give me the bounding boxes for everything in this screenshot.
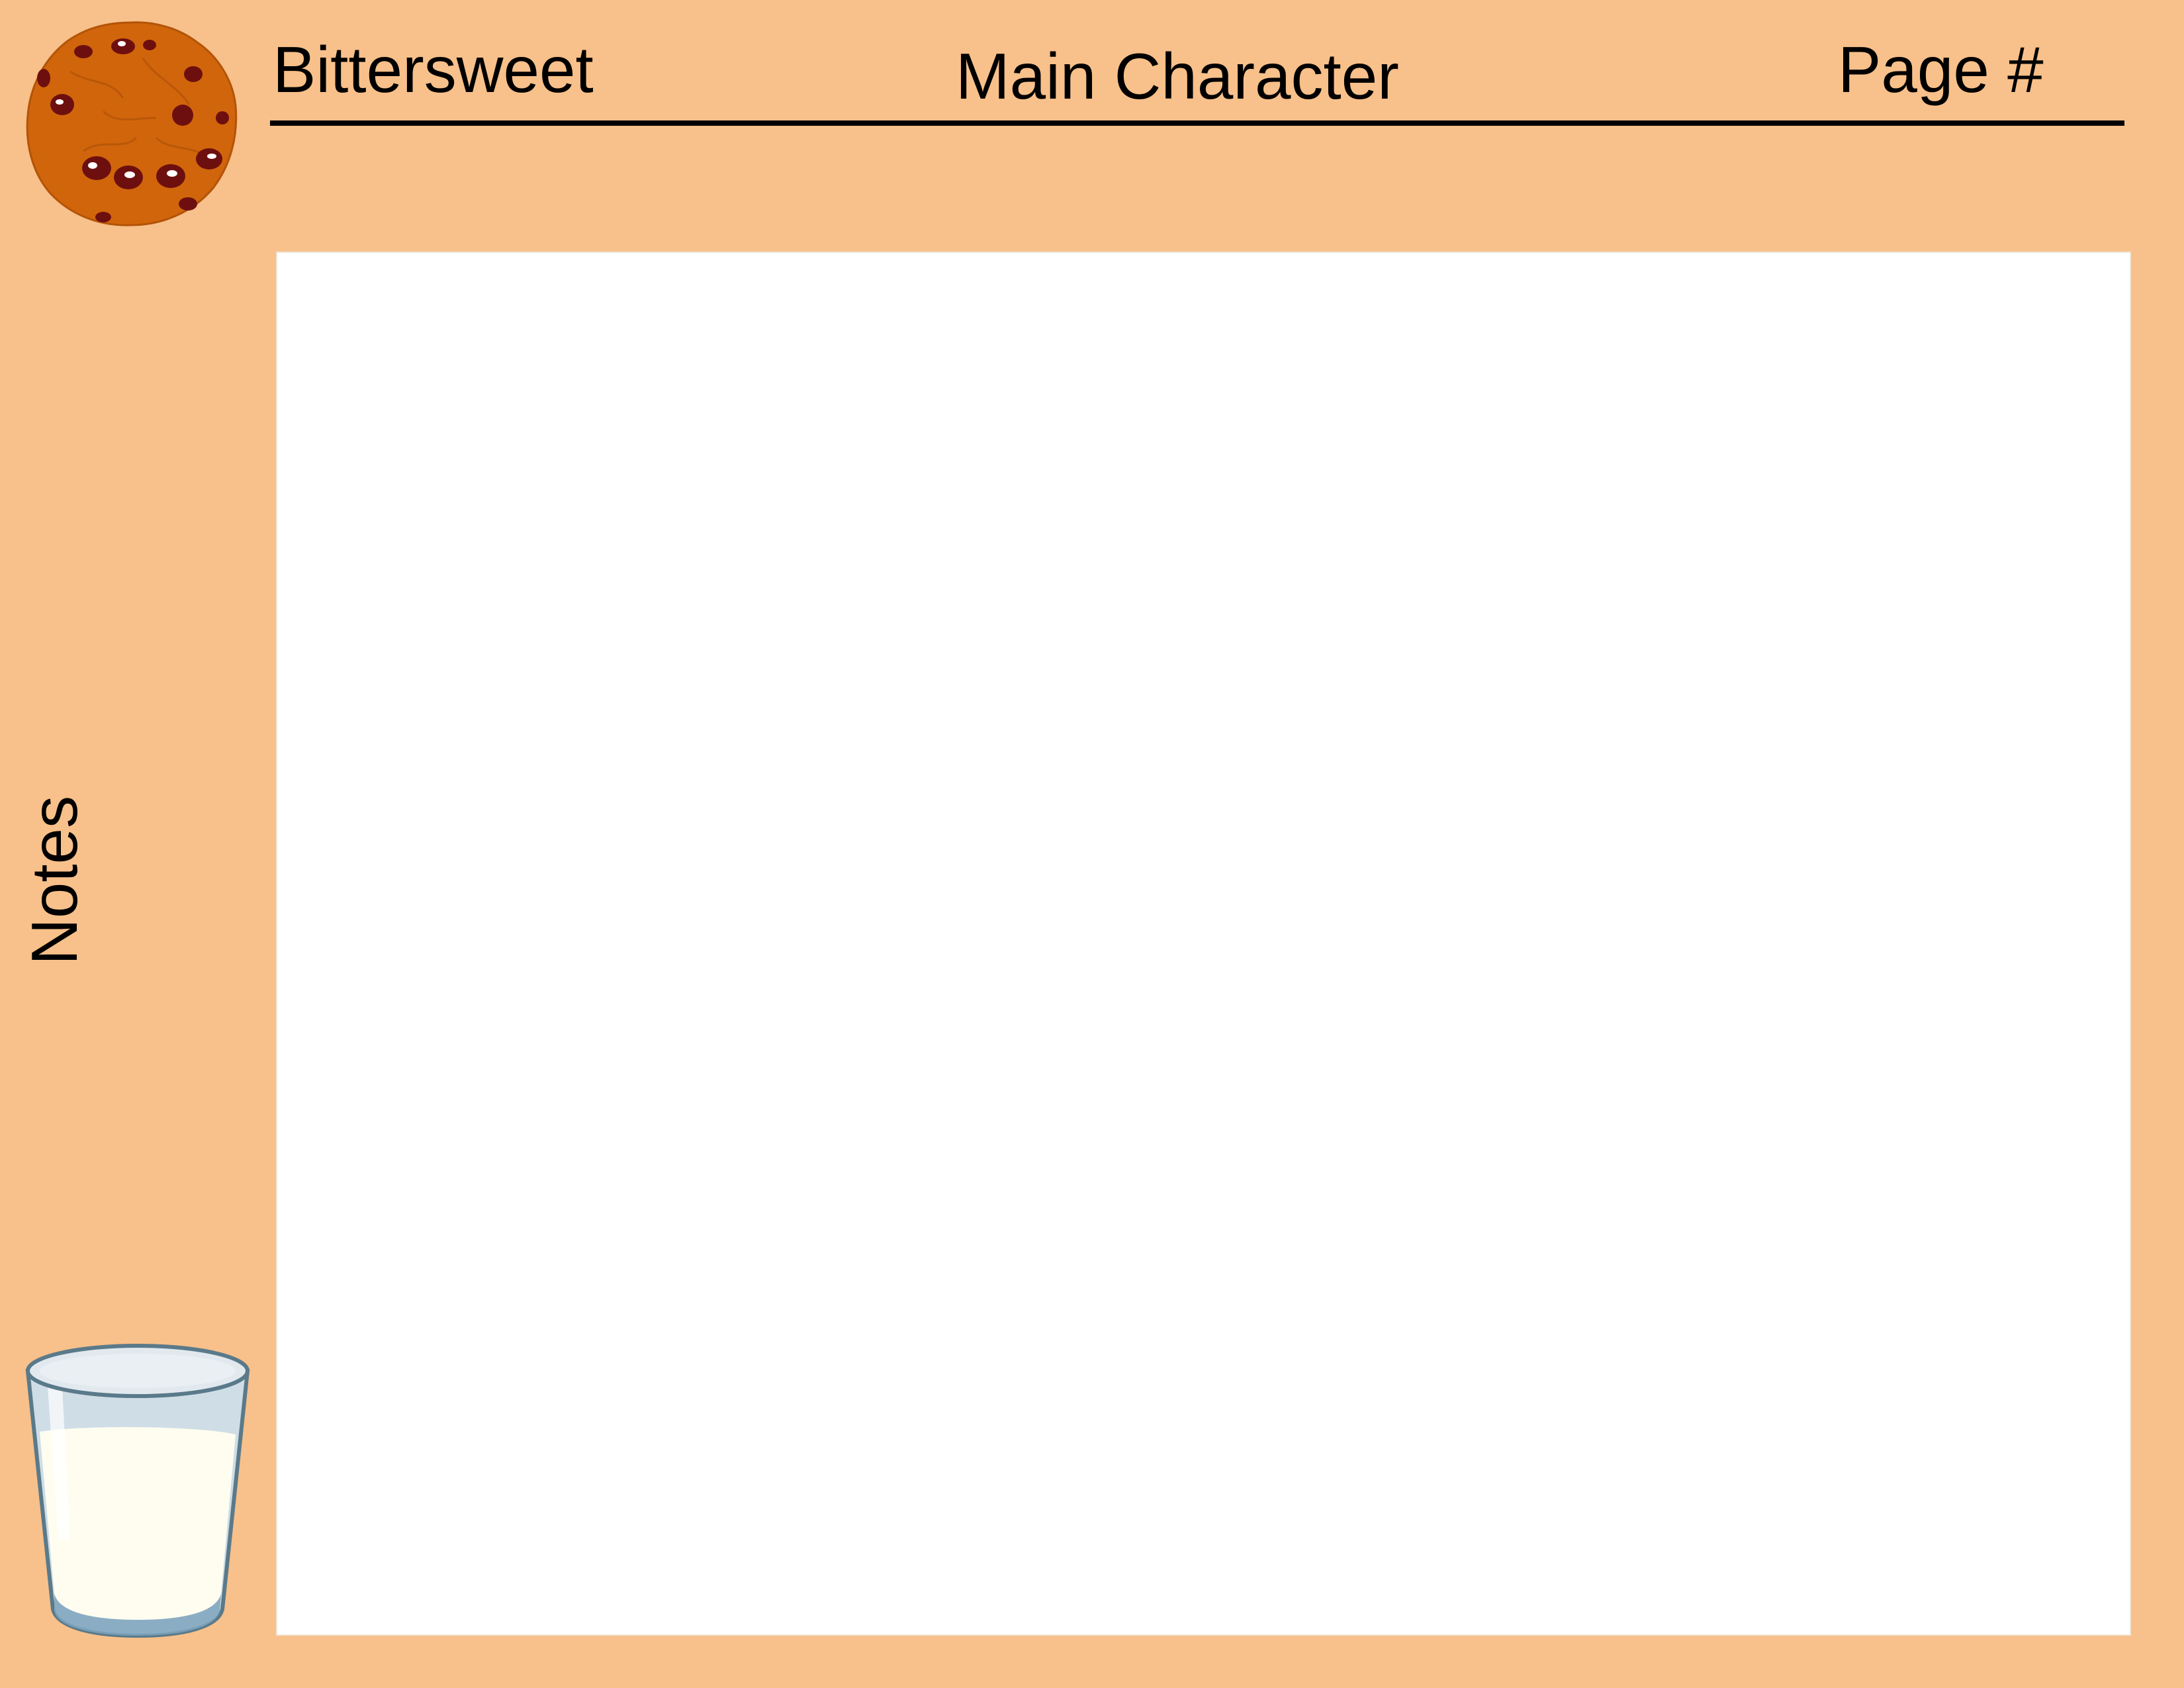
document-title: Bittersweet bbox=[273, 33, 594, 106]
page-number-label: Page # bbox=[1838, 33, 2044, 106]
notes-area[interactable] bbox=[276, 252, 2131, 1636]
header-underline bbox=[270, 120, 2124, 126]
cookie-icon bbox=[26, 21, 238, 226]
milk-glass-icon bbox=[25, 1344, 250, 1638]
section-title: Main Character bbox=[956, 40, 1399, 113]
notes-label: Notes bbox=[18, 795, 91, 966]
